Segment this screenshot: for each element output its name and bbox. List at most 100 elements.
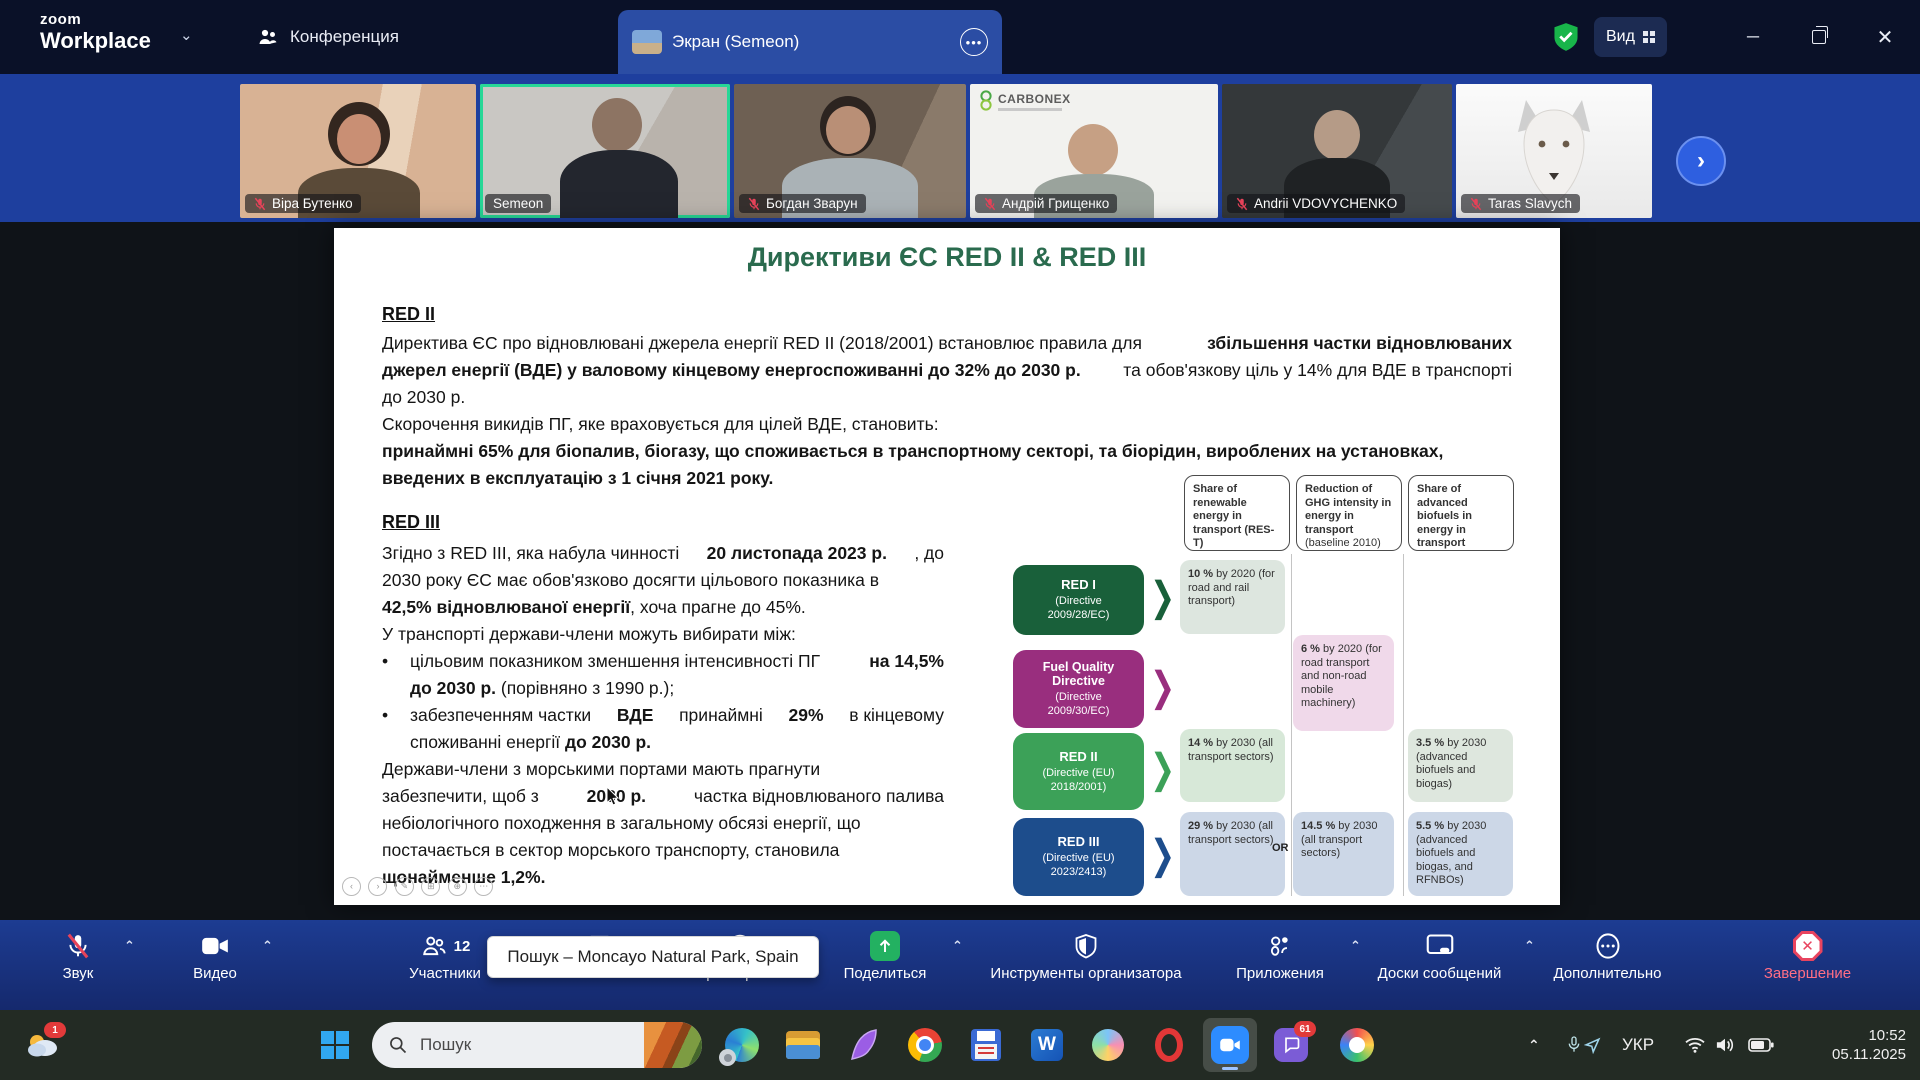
- tray-date: 05.11.2025: [1832, 1045, 1906, 1064]
- edge-icon[interactable]: [723, 1026, 761, 1064]
- participant-tile[interactable]: Богдан Зварун: [734, 84, 966, 218]
- speaker-icon[interactable]: [1714, 1010, 1736, 1080]
- slide-viewer-controls: ‹ › ✎ ⊞ ⊕ ⋯: [342, 876, 496, 896]
- view-button[interactable]: Вид: [1594, 17, 1667, 57]
- participants-count: 12: [454, 938, 471, 955]
- red2-paragraph: Директива ЄС про відновлювані джерела ен…: [382, 330, 1512, 492]
- wifi-icon[interactable]: [1684, 1010, 1706, 1080]
- tray-show-hidden-icons[interactable]: ⌃: [1528, 1010, 1540, 1080]
- file-explorer-icon[interactable]: [784, 1026, 822, 1064]
- whiteboards-button[interactable]: Доски сообщений: [1362, 930, 1517, 982]
- meeting-toolbar: Звук ⌃ Видео ⌃ 12 Участники ⌃ Чат Отреаг…: [0, 920, 1920, 1010]
- next-page-icon[interactable]: ›: [368, 877, 387, 896]
- grid-view-icon[interactable]: ⊞: [421, 877, 440, 896]
- share-screen-button[interactable]: Поделиться: [820, 930, 950, 982]
- word-icon[interactable]: W: [1028, 1026, 1066, 1064]
- browser-colorful-icon[interactable]: [1338, 1026, 1376, 1064]
- more-icon[interactable]: ⋯: [474, 877, 493, 896]
- close-button[interactable]: ✕: [1868, 20, 1902, 54]
- chevron-right-icon: ❯: [1150, 746, 1175, 793]
- whiteboards-options-chevron-icon[interactable]: ⌃: [1524, 938, 1535, 954]
- zoom-titlebar: zoom Workplace ⌄ Конференция Экран (Seme…: [0, 0, 1920, 74]
- apps-icon: [1267, 933, 1293, 959]
- screen-share-thumbnail-icon: [632, 30, 662, 54]
- participant-name-label: Andrii VDOVYCHENKO: [1227, 194, 1405, 213]
- start-button[interactable]: [316, 1026, 354, 1064]
- diagram-header-3: Share of advanced biofuels in energy in …: [1408, 475, 1514, 551]
- restore-icon: [1812, 30, 1826, 44]
- language-indicator[interactable]: УКР: [1622, 1010, 1654, 1080]
- tab-options-ellipsis-icon[interactable]: •••: [960, 28, 988, 56]
- apps-button[interactable]: Приложения: [1215, 930, 1345, 982]
- participant-tile[interactable]: Віра Бутенко: [240, 84, 476, 218]
- tab-screen-share[interactable]: Экран (Semeon) •••: [618, 10, 1002, 74]
- host-tools-button[interactable]: Инструменты организатора: [975, 930, 1197, 982]
- participant-tile[interactable]: CARBONEX Андрій Грищенко: [970, 84, 1218, 218]
- red1-directive-box: RED I(Directive2009/28/EC): [1013, 565, 1144, 635]
- viber-chat-app-icon[interactable]: 61: [1272, 1026, 1310, 1064]
- zoom-app-icon: [1211, 1026, 1249, 1064]
- prev-page-icon[interactable]: ‹: [342, 877, 361, 896]
- mic-muted-icon: [983, 197, 997, 211]
- taskbar-search[interactable]: Пошук: [372, 1022, 702, 1068]
- fqd-target-box: 6 % by 2020 (for road transport and non-…: [1293, 635, 1394, 731]
- windows-logo-icon: [320, 1030, 350, 1060]
- pen-icon[interactable]: ✎: [395, 877, 414, 896]
- clock[interactable]: 10:52 05.11.2025: [1790, 1010, 1906, 1080]
- tray-mic-location-icons[interactable]: [1566, 1010, 1601, 1080]
- audio-button[interactable]: Звук: [28, 930, 128, 982]
- participant-tile[interactable]: Andrii VDOVYCHENKO: [1222, 84, 1452, 218]
- end-meeting-button[interactable]: ✕ Завершение: [1740, 930, 1875, 982]
- bullet-item: • забезпеченням частки ВДЕ принаймні 29%…: [382, 702, 944, 756]
- chrome-icon[interactable]: [906, 1026, 944, 1064]
- zoom-app-active[interactable]: [1203, 1018, 1257, 1072]
- red2-target-box-col3: 3.5 % by 2030 (advanced biofuels and bio…: [1408, 729, 1513, 802]
- widgets-weather-icon[interactable]: 1: [24, 1026, 62, 1064]
- security-shield-icon[interactable]: [1552, 22, 1580, 52]
- diagram-header-1: Share of renewable energy in transport (…: [1184, 475, 1290, 551]
- video-options-chevron-icon[interactable]: ⌃: [262, 938, 273, 954]
- quill-pen-app-icon[interactable]: [845, 1026, 883, 1064]
- mouse-cursor: [606, 786, 622, 806]
- chevron-down-icon[interactable]: ⌄: [180, 26, 193, 44]
- edge-profile-avatar: [719, 1049, 736, 1066]
- avatar: [1068, 124, 1118, 176]
- logo-zoom-text: zoom: [40, 12, 151, 29]
- video-button[interactable]: Видео: [165, 930, 265, 982]
- copilot-icon[interactable]: [1089, 1026, 1127, 1064]
- next-participants-button[interactable]: ›: [1676, 136, 1726, 186]
- red3-target-box-col3: 5.5 % by 2030 (advanced biofuels and bio…: [1408, 812, 1513, 896]
- restore-button[interactable]: [1802, 20, 1836, 54]
- search-highlight-image: [644, 1022, 702, 1068]
- shared-screen-slide: Директиви ЄС RED II & RED III RED II Дир…: [334, 228, 1560, 905]
- mic-muted-icon: [1469, 197, 1483, 211]
- red2-directive-box: RED II(Directive (EU)2018/2001): [1013, 733, 1144, 810]
- mic-muted-icon: [253, 197, 267, 211]
- red3-target-box-col2: 14.5 % by 2030 (all transport sectors): [1293, 812, 1394, 896]
- minimize-button[interactable]: ─: [1736, 20, 1770, 54]
- red3-heading: RED III: [382, 512, 440, 533]
- participant-tile[interactable]: Taras Slavych: [1456, 84, 1652, 218]
- save-notes-app-icon[interactable]: [967, 1026, 1005, 1064]
- active-window-indicator: [1222, 1067, 1238, 1070]
- opera-icon[interactable]: [1150, 1026, 1188, 1064]
- share-options-chevron-icon[interactable]: ⌃: [952, 938, 963, 954]
- column-divider: [1291, 554, 1292, 896]
- apps-options-chevron-icon[interactable]: ⌃: [1350, 938, 1361, 954]
- avatar: [1314, 110, 1360, 160]
- video-strip: Віра Бутенко Semeon Богдан Зварун CAR: [0, 74, 1920, 222]
- audio-options-chevron-icon[interactable]: ⌃: [124, 938, 135, 954]
- search-placeholder: Пошук: [420, 1035, 471, 1055]
- more-ellipsis-icon: [1594, 932, 1622, 960]
- tab-meeting[interactable]: Конференция: [256, 0, 399, 74]
- logo-workplace-text: Workplace: [40, 29, 151, 53]
- participant-tile-active-speaker[interactable]: Semeon: [480, 84, 730, 218]
- participant-name-label: Богдан Зварун: [739, 194, 866, 213]
- battery-icon[interactable]: [1748, 1010, 1774, 1080]
- more-button[interactable]: Дополнительно: [1540, 930, 1675, 982]
- zoom-icon[interactable]: ⊕: [448, 877, 467, 896]
- participants-icon: [420, 933, 448, 959]
- chevron-right-icon: ❯: [1150, 574, 1175, 621]
- view-label: Вид: [1606, 28, 1635, 46]
- zoom-workplace-logo: zoom Workplace: [40, 12, 151, 53]
